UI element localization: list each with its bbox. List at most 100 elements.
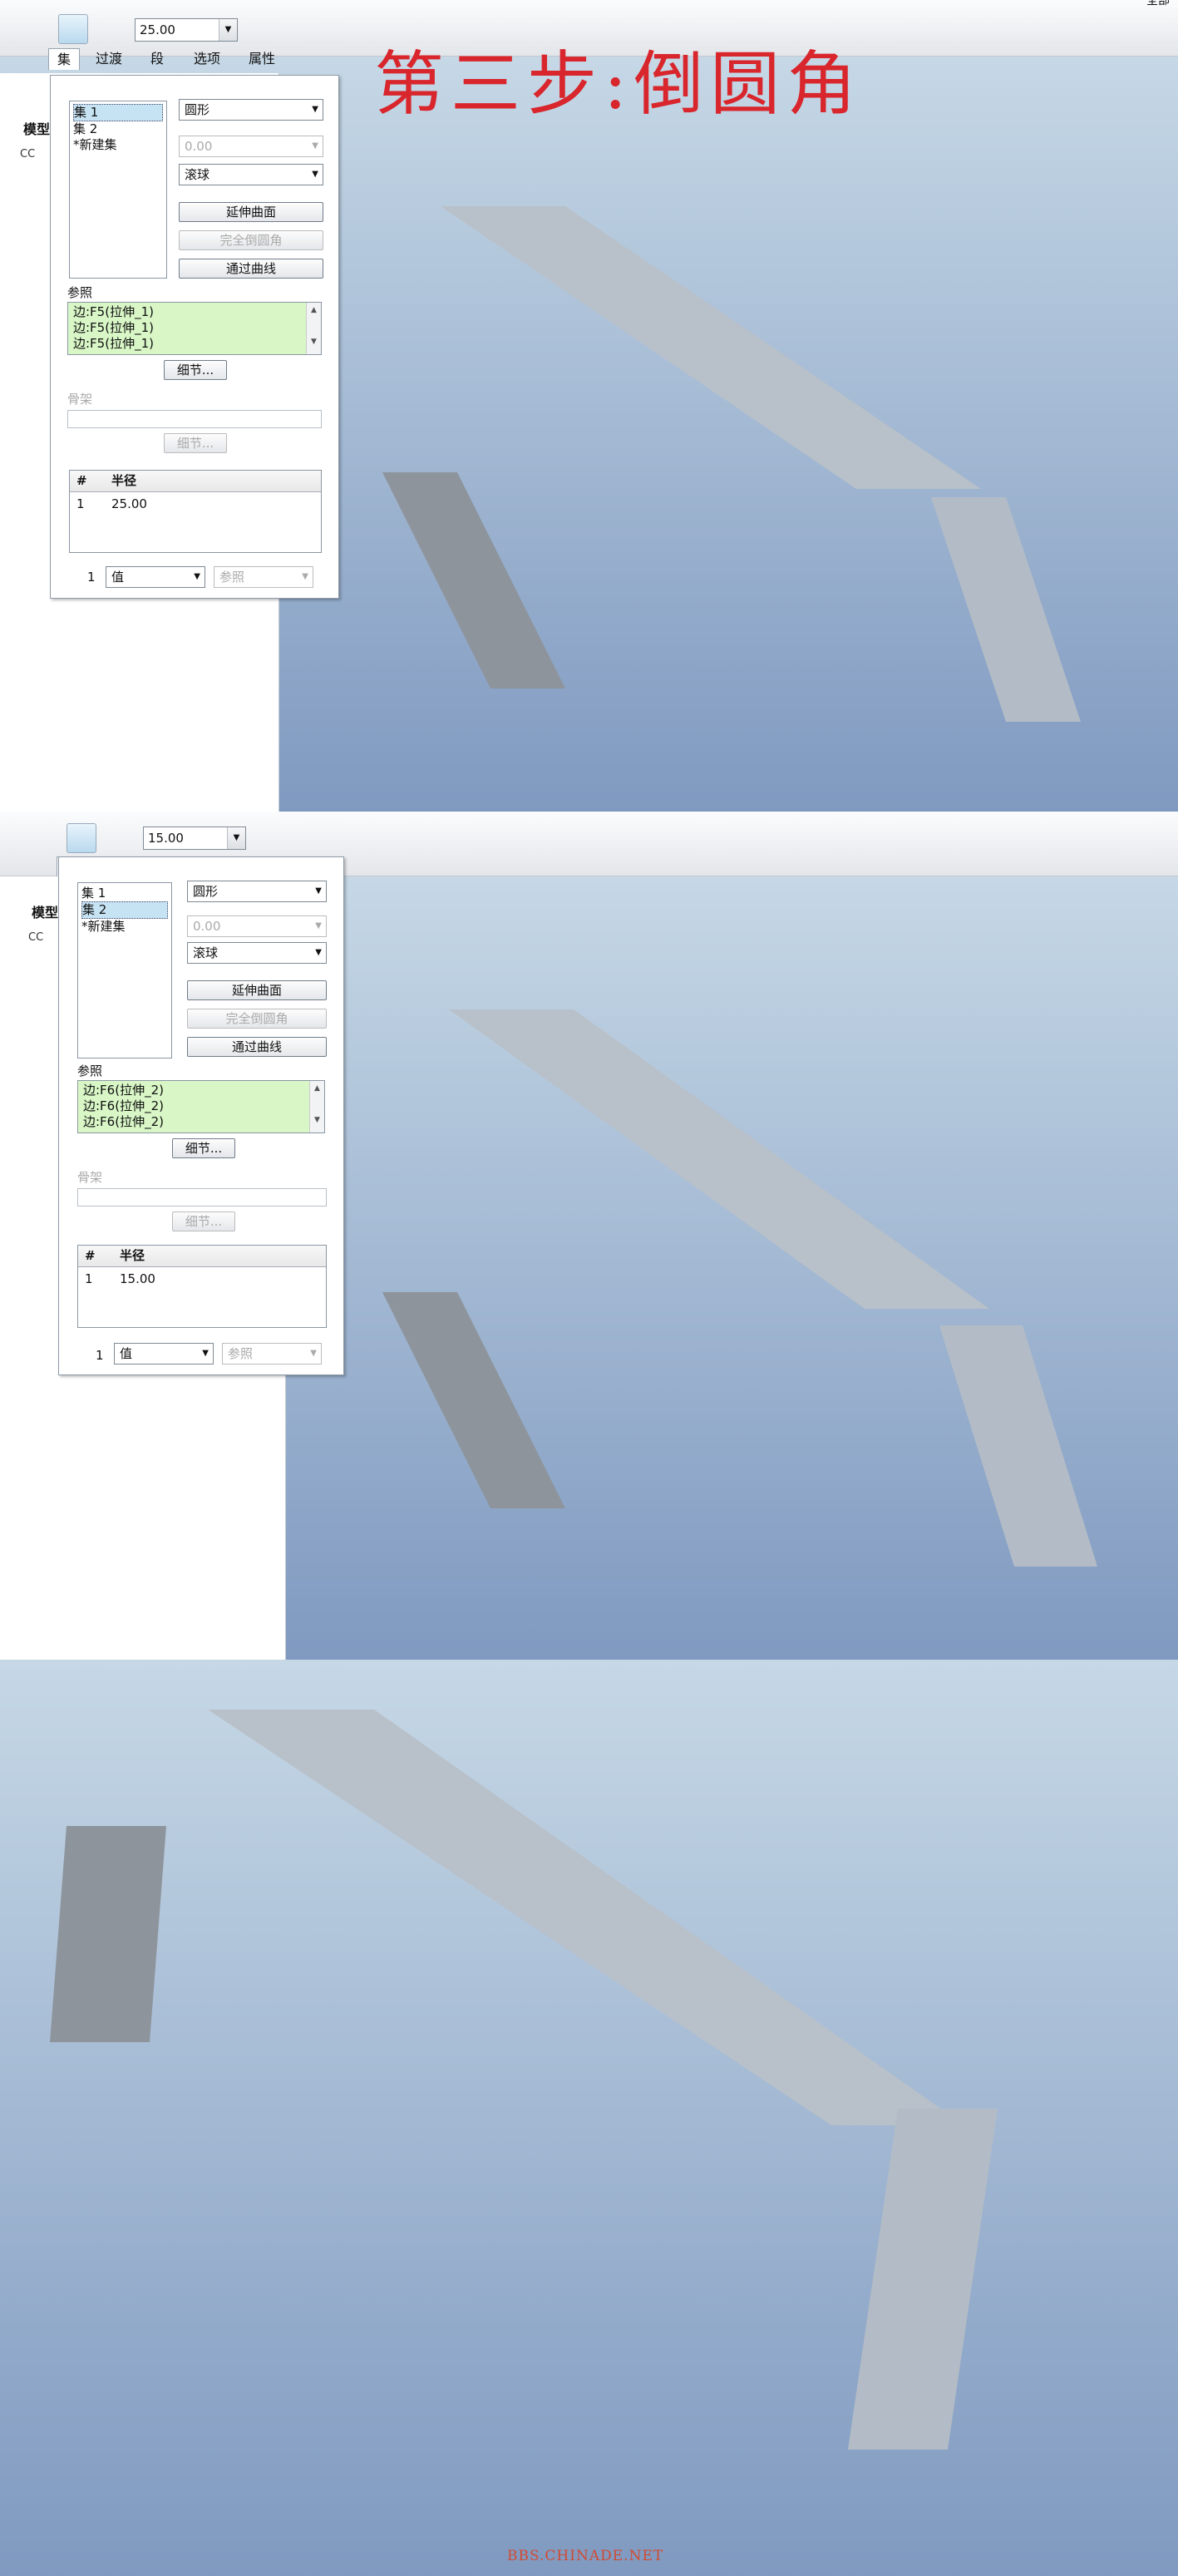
table-cell: 1 [85, 1271, 93, 1286]
details-button[interactable]: 细节... [164, 360, 227, 380]
model-viewport[interactable] [0, 1660, 1178, 2576]
chevron-down-icon: ▼ [312, 105, 318, 114]
screenshot-panel-1: 25.00 ▼ 全部 集 过渡 段 选项 属性 模型 CC 集 1 集 2 *新… [0, 0, 1178, 812]
set-item[interactable]: 集 1 [81, 886, 168, 901]
column-header: # [85, 1248, 96, 1263]
radius-table[interactable]: # 半径 1 25.00 [69, 470, 322, 553]
chevron-down-icon[interactable]: ▼ [227, 827, 245, 849]
through-curve-button[interactable]: 通过曲线 [179, 259, 323, 279]
chevron-down-icon: ▼ [202, 1349, 209, 1358]
references-label: 参照 [67, 285, 93, 300]
page-title: 第三步:倒圆角 [374, 43, 864, 125]
model-tree-header: 模型 [23, 121, 51, 137]
chevron-down-icon: ▼ [302, 572, 308, 581]
shape-value: 圆形 [185, 102, 210, 117]
full-round-button: 完全倒圆角 [187, 1009, 327, 1029]
reference-item[interactable]: 边:F5(拉伸_1) [73, 304, 316, 320]
column-header: 半径 [120, 1248, 145, 1263]
set-item[interactable]: *新建集 [73, 137, 163, 153]
radius-combo[interactable]: 15.00 ▼ [143, 827, 246, 850]
bottom-count: 1 [87, 570, 96, 585]
skeleton-label: 骨架 [77, 1170, 103, 1185]
table-cell: 1 [76, 496, 85, 511]
column-header: 半径 [111, 473, 137, 488]
chevron-down-icon[interactable]: ▼ [219, 19, 237, 41]
model-tree-root[interactable]: CC [28, 931, 43, 944]
transition-mode-icon[interactable] [101, 823, 131, 853]
table-cell[interactable]: 15.00 [120, 1269, 155, 1289]
reference-select-value: 参照 [219, 570, 245, 585]
final-part-3d-view [50, 1710, 998, 2450]
transition-mode-icon[interactable] [93, 14, 123, 44]
details-button[interactable]: 细节... [172, 1138, 235, 1158]
tab-sets[interactable]: 集 [48, 48, 80, 70]
chevron-down-icon: ▼ [312, 170, 318, 179]
value-select-value: 值 [120, 1346, 133, 1361]
radius-table[interactable]: # 半径 1 15.00 [77, 1245, 327, 1328]
skeleton-field [67, 410, 322, 428]
table-header [70, 471, 321, 492]
set-item[interactable]: *新建集 [81, 919, 168, 935]
screenshot-panel-3: BBS.CHINADE.NET [0, 1660, 1178, 2576]
references-label: 参照 [77, 1063, 103, 1078]
model-tree-header: 模型 [32, 905, 59, 920]
radius-value: 15.00 [148, 831, 184, 846]
chevron-down-icon: ▼ [315, 886, 322, 896]
scrollbar[interactable]: ▲ ▼ [306, 303, 321, 354]
reference-select: 参照 ▼ [222, 1343, 322, 1364]
shape-value: 圆形 [193, 884, 219, 899]
method-value: 滚球 [193, 945, 219, 960]
model-tree-root[interactable]: CC [20, 148, 35, 160]
set-item[interactable]: 集 1 [73, 104, 163, 121]
radius-combo[interactable]: 25.00 ▼ [135, 18, 238, 42]
value-select[interactable]: 值 ▼ [114, 1343, 214, 1364]
bottom-count: 1 [96, 1348, 104, 1363]
method-select[interactable]: 滚球 ▼ [179, 164, 323, 185]
full-round-button: 完全倒圆角 [179, 230, 323, 250]
distance-value: 0.00 [193, 919, 221, 934]
skeleton-details-button: 细节... [172, 1212, 235, 1231]
tab-pieces[interactable]: 段 [145, 48, 170, 70]
radius-value: 25.00 [140, 22, 175, 37]
method-select[interactable]: 滚球 ▼ [187, 942, 327, 964]
extend-surfaces-button[interactable]: 延伸曲面 [179, 202, 323, 222]
reference-item[interactable]: 边:F6(拉伸_2) [83, 1098, 319, 1114]
set-item[interactable]: 集 2 [73, 121, 163, 137]
tab-properties[interactable]: 属性 [241, 48, 283, 70]
set-list[interactable]: 集 1 集 2 *新建集 [77, 882, 172, 1059]
skeleton-label: 骨架 [67, 392, 93, 407]
distance-select: 0.00 ▼ [179, 136, 323, 157]
distance-value: 0.00 [185, 139, 213, 154]
references-list[interactable]: 边:F6(拉伸_2) 边:F6(拉伸_2) 边:F6(拉伸_2) ▲ ▼ [77, 1080, 325, 1133]
reference-item[interactable]: 边:F5(拉伸_1) [73, 336, 316, 352]
round-set-mode-icon[interactable] [67, 823, 96, 853]
round-set-mode-icon[interactable] [58, 14, 88, 44]
reference-select: 参照 ▼ [214, 566, 313, 588]
reference-item[interactable]: 边:F6(拉伸_2) [83, 1083, 319, 1098]
chevron-down-icon: ▼ [194, 572, 200, 581]
scrollbar[interactable]: ▲ ▼ [309, 1081, 324, 1133]
table-cell[interactable]: 25.00 [111, 494, 147, 514]
reference-item[interactable]: 边:F6(拉伸_2) [83, 1114, 319, 1130]
through-curve-button[interactable]: 通过曲线 [187, 1037, 327, 1057]
reference-item[interactable]: 边:F5(拉伸_1) [73, 320, 316, 336]
set-list[interactable]: 集 1 集 2 *新建集 [69, 101, 167, 279]
value-select[interactable]: 值 ▼ [106, 566, 205, 588]
set-item[interactable]: 集 2 [81, 901, 168, 919]
skeleton-details-button: 细节... [164, 433, 227, 453]
tab-options[interactable]: 选项 [188, 48, 226, 70]
skeleton-field [77, 1188, 327, 1207]
tab-transitions[interactable]: 过渡 [88, 48, 130, 70]
column-header: # [76, 473, 87, 488]
watermark: BBS.CHINADE.NET [507, 2548, 664, 2564]
value-select-value: 值 [111, 570, 125, 585]
chevron-down-icon: ▼ [315, 948, 322, 957]
references-list[interactable]: 边:F5(拉伸_1) 边:F5(拉伸_1) 边:F5(拉伸_1) ▲ ▼ [67, 302, 322, 355]
method-value: 滚球 [185, 167, 210, 182]
extend-surfaces-button[interactable]: 延伸曲面 [187, 980, 327, 1000]
top-right-label: 全部 [1146, 0, 1170, 7]
shape-select[interactable]: 圆形 ▼ [179, 99, 323, 121]
shape-select[interactable]: 圆形 ▼ [187, 881, 327, 902]
chevron-down-icon: ▼ [315, 921, 322, 930]
screenshot-panel-2: 15.00 ▼ 集 过渡 段 选项 属性 模型 CC 集 1 集 2 *新建集 … [0, 812, 1178, 1660]
